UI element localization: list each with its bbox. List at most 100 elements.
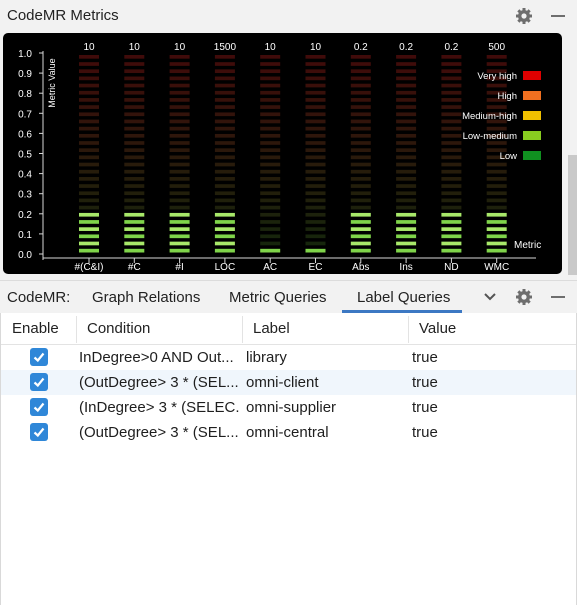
column-max-label: 10: [310, 42, 322, 53]
y-tick-label: 0.8: [18, 89, 32, 100]
meter-segment: [441, 177, 462, 181]
meter-segment: [124, 112, 145, 117]
gear-icon[interactable]: [514, 287, 534, 307]
meter-segment: [350, 169, 371, 174]
legend-swatch: [523, 91, 541, 100]
label-cell[interactable]: omni-central: [246, 424, 404, 441]
value-cell[interactable]: true: [412, 424, 572, 441]
value-cell[interactable]: true: [412, 374, 572, 391]
enable-checkbox[interactable]: [30, 398, 48, 416]
column-divider[interactable]: [242, 316, 243, 343]
meter-segment: [486, 234, 507, 239]
meter-segment: [79, 98, 99, 102]
meter-segment: [79, 126, 99, 131]
table-row[interactable]: (OutDegree> 3 * (SEL... omni-client true: [1, 370, 576, 395]
meter-segment: [169, 69, 190, 74]
x-tick-label: #(C&I): [75, 262, 104, 273]
meter-segment: [441, 126, 462, 131]
meter-segment: [396, 198, 417, 203]
meter-segment: [169, 90, 190, 95]
meter-segment: [79, 220, 99, 224]
condition-cell[interactable]: (OutDegree> 3 * (SEL...: [79, 424, 239, 441]
label-cell[interactable]: omni-client: [246, 374, 404, 391]
x-tick-label: Abs: [352, 262, 369, 273]
meter-segment: [441, 227, 462, 231]
meter-segment: [260, 205, 281, 210]
value-cell[interactable]: true: [412, 399, 572, 416]
meter-segment: [214, 155, 235, 160]
meter-segment: [214, 55, 235, 59]
column-divider[interactable]: [76, 316, 77, 343]
meter-segment: [124, 205, 145, 210]
header-value[interactable]: Value: [419, 320, 456, 337]
meter-segment: [396, 55, 417, 59]
meter-segment: [350, 248, 371, 253]
x-tick-label: Ins: [399, 262, 412, 273]
table-row[interactable]: (InDegree> 3 * (SELEC... omni-supplier t…: [1, 395, 576, 420]
meter-segment: [214, 69, 235, 74]
chevron-down-icon[interactable]: [480, 287, 500, 307]
minimize-icon[interactable]: [548, 6, 568, 26]
enable-checkbox[interactable]: [30, 348, 48, 366]
meter-segment: [396, 98, 417, 102]
meter-segment: [396, 169, 417, 174]
meter-segment: [124, 83, 145, 88]
meter-segment: [169, 162, 190, 167]
table-row[interactable]: InDegree>0 AND Out... library true: [1, 345, 576, 370]
y-axis-title: Metric Value: [47, 58, 57, 107]
meter-segment: [260, 220, 281, 224]
meter-segment: [260, 62, 281, 66]
meter-segment: [396, 212, 417, 217]
legend-label: Low-medium: [463, 131, 517, 142]
meter-segment: [396, 112, 417, 117]
header-label[interactable]: Label: [253, 320, 290, 337]
meter-segment: [214, 241, 235, 246]
meter-segment: [214, 62, 235, 66]
meter-segment: [214, 227, 235, 231]
meter-segment: [305, 184, 326, 188]
meter-segment: [396, 184, 417, 188]
header-enable[interactable]: Enable: [12, 320, 59, 337]
value-cell[interactable]: true: [412, 349, 572, 366]
meter-segment: [350, 62, 371, 66]
meter-segment: [79, 234, 99, 239]
label-cell[interactable]: omni-supplier: [246, 399, 404, 416]
meter-segment: [260, 133, 281, 138]
meter-segment: [169, 205, 190, 210]
enable-checkbox[interactable]: [30, 373, 48, 391]
header-condition[interactable]: Condition: [87, 320, 150, 337]
y-tick-label: 0.9: [18, 69, 32, 80]
meter-segment: [214, 98, 235, 102]
meter-segment: [441, 141, 462, 145]
meter-segment: [260, 227, 281, 231]
condition-cell[interactable]: InDegree>0 AND Out...: [79, 349, 239, 366]
column-divider[interactable]: [408, 316, 409, 343]
enable-checkbox[interactable]: [30, 423, 48, 441]
meter-segment: [214, 83, 235, 88]
meter-segment: [214, 76, 235, 81]
meter-segment: [350, 69, 371, 74]
panel-scrollbar-thumb[interactable]: [568, 155, 577, 275]
meter-segment: [396, 162, 417, 167]
condition-cell[interactable]: (InDegree> 3 * (SELEC...: [79, 399, 239, 416]
meter-segment: [441, 248, 462, 253]
meter-segment: [169, 119, 190, 124]
meter-segment: [79, 62, 99, 66]
table-row[interactable]: (OutDegree> 3 * (SEL... omni-central tru…: [1, 420, 576, 445]
gear-icon[interactable]: [514, 6, 534, 26]
tab-metric-queries[interactable]: Metric Queries: [229, 289, 327, 306]
condition-cell[interactable]: (OutDegree> 3 * (SEL...: [79, 374, 239, 391]
meter-segment: [79, 90, 99, 95]
meter-segment: [79, 212, 99, 217]
meter-segment: [305, 177, 326, 181]
tabbar-prefix: CodeMR:: [7, 289, 71, 306]
meter-segment: [305, 62, 326, 66]
meter-segment: [124, 119, 145, 124]
meter-segment: [350, 112, 371, 117]
x-tick-label: WMC: [484, 262, 509, 273]
tab-label-queries[interactable]: Label Queries: [357, 289, 450, 306]
label-cell[interactable]: library: [246, 349, 404, 366]
meter-segment: [350, 98, 371, 102]
minimize-icon[interactable]: [548, 287, 568, 307]
tab-graph-relations[interactable]: Graph Relations: [92, 289, 200, 306]
